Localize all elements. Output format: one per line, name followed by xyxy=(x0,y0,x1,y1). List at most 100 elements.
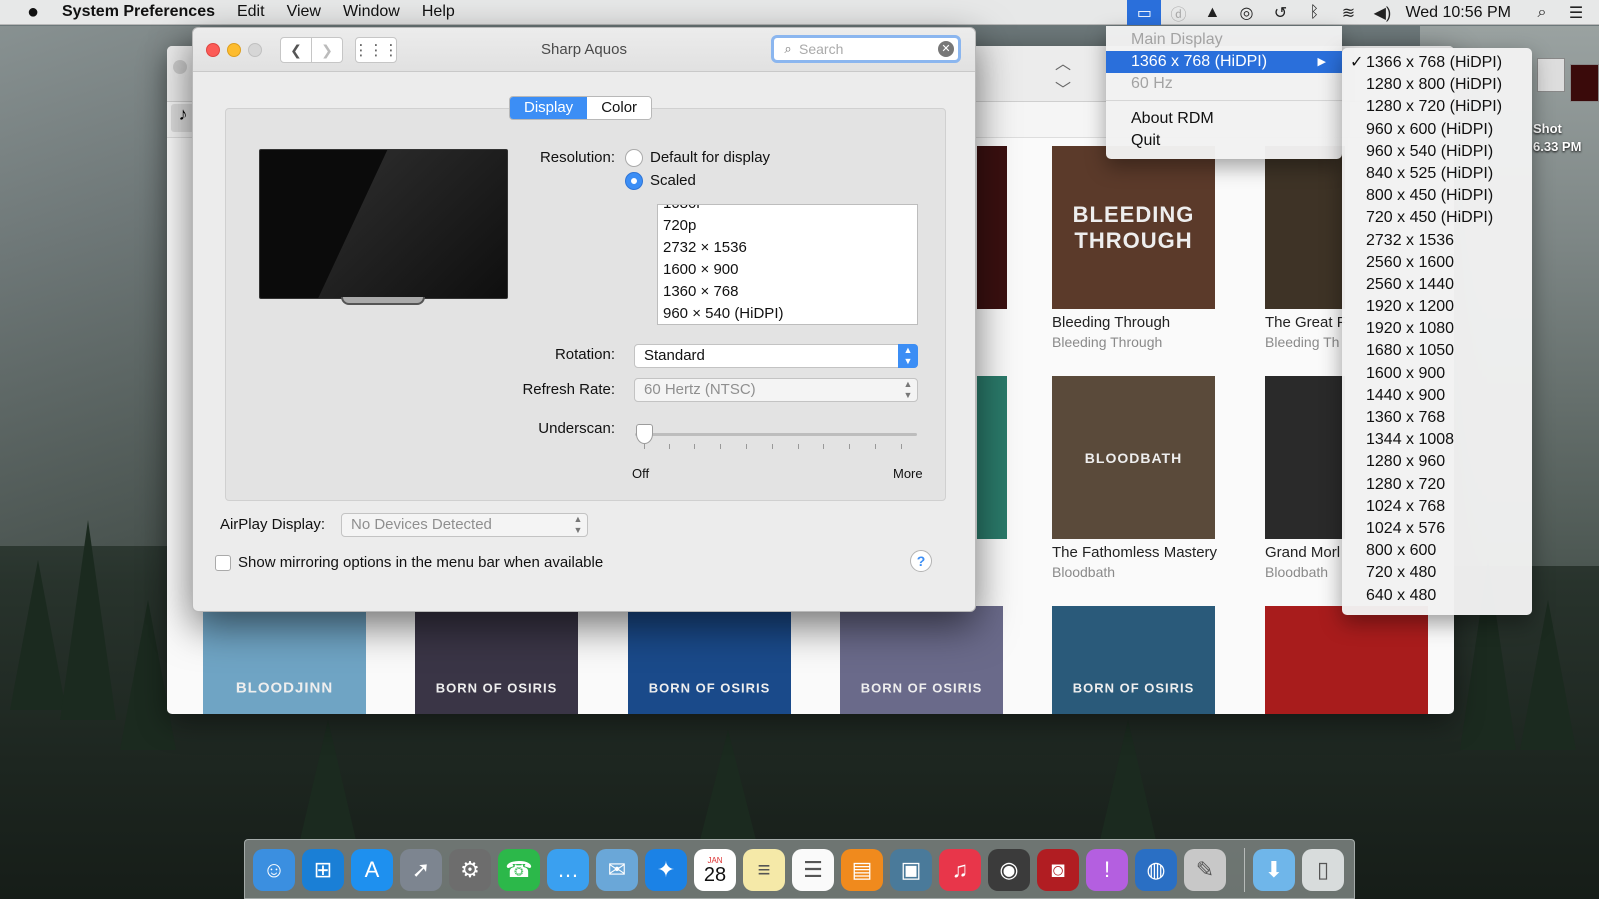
reminders-icon[interactable]: ☰ xyxy=(792,849,834,891)
safari-icon[interactable]: ✦ xyxy=(645,849,687,891)
notification-center-icon[interactable]: ☰ xyxy=(1559,0,1593,25)
album-art[interactable]: BORN OF OSIRIS xyxy=(840,606,1003,714)
resolution-menu-item[interactable]: 2560 x 1440 xyxy=(1342,274,1532,296)
album-art[interactable] xyxy=(1265,376,1345,539)
trash-icon[interactable]: ▯ xyxy=(1302,849,1344,891)
script-editor-icon[interactable]: ✎ xyxy=(1184,849,1226,891)
resolution-menu-item[interactable]: 1920 x 1080 xyxy=(1342,318,1532,340)
resolution-menu-item[interactable]: 800 x 600 xyxy=(1342,540,1532,562)
resolution-menu-item[interactable]: 1920 x 1200 xyxy=(1342,296,1532,318)
album-title[interactable]: The Fathomless Mastery xyxy=(1052,544,1242,561)
help-button[interactable]: ? xyxy=(910,550,932,572)
rotation-select[interactable]: Standard ▲ ▼ xyxy=(634,344,918,368)
title-bar[interactable]: ❮ ❯ ⋮⋮⋮ Sharp Aquos ⌕ Search ✕ xyxy=(193,28,975,72)
downloads-folder-icon[interactable]: ⬇ xyxy=(1253,849,1295,891)
resolution-menu-item[interactable]: 960 x 540 (HiDPI) xyxy=(1342,141,1532,163)
globe-icon[interactable]: ◍ xyxy=(1135,849,1177,891)
album-artist[interactable]: Bloodbath xyxy=(1265,564,1345,580)
search-field[interactable]: ⌕ Search ✕ xyxy=(771,35,961,63)
dropbox-icon[interactable]: ⓓ xyxy=(1161,0,1195,25)
resolution-menu-item[interactable]: 1280 x 800 (HiDPI) xyxy=(1342,74,1532,96)
alert-app-icon[interactable]: ! xyxy=(1086,849,1128,891)
app-menu[interactable]: System Preferences xyxy=(62,3,215,21)
resolution-menu-item[interactable]: 1680 x 1050 xyxy=(1342,340,1532,362)
resolution-menu-item[interactable]: 1360 x 768 xyxy=(1342,407,1532,429)
menu-view[interactable]: View xyxy=(287,3,321,21)
ibooks-icon[interactable]: ▤ xyxy=(841,849,883,891)
messages-icon[interactable]: … xyxy=(547,849,589,891)
sync-icon[interactable]: ◎ xyxy=(1229,0,1263,25)
album-art[interactable]: BLEEDING THROUGH xyxy=(1052,146,1215,309)
menu-help[interactable]: Help xyxy=(422,3,455,21)
resolution-menu-item[interactable]: 720 x 480 xyxy=(1342,562,1532,584)
clear-search-icon[interactable]: ✕ xyxy=(938,41,954,57)
chevron-up-icon[interactable]: ︿ xyxy=(1055,50,1071,74)
album-artist[interactable]: Bleeding Through xyxy=(1052,334,1217,350)
resolution-menu-item[interactable]: 1280 x 720 xyxy=(1342,474,1532,496)
screenshot-file-icon[interactable] xyxy=(1570,64,1599,102)
album-artist[interactable]: Bleeding Th xyxy=(1265,334,1345,350)
album-art[interactable]: BORN OF OSIRIS xyxy=(628,606,791,714)
wifi-icon[interactable]: ≋ xyxy=(1331,0,1365,25)
album-title[interactable]: The Great F xyxy=(1265,314,1345,331)
resolution-option[interactable]: 1600 × 900 xyxy=(658,259,917,281)
resolution-menu-item[interactable]: 1024 x 576 xyxy=(1342,518,1532,540)
album-art[interactable]: BLOODJINN xyxy=(203,606,366,714)
resolution-menu-item[interactable]: ✓ 1366 x 768 (HiDPI) xyxy=(1342,52,1532,74)
album-art[interactable] xyxy=(977,376,1007,539)
time-machine-icon[interactable]: ↺ xyxy=(1263,0,1297,25)
calendar-icon[interactable]: JAN 28 xyxy=(694,849,736,891)
album-title[interactable]: Bleeding Through xyxy=(1052,314,1217,331)
bluetooth-icon[interactable]: ᛒ xyxy=(1297,0,1331,25)
spotlight-search-icon[interactable]: ⌕ xyxy=(1525,0,1559,25)
chair-app-icon[interactable]: ◙ xyxy=(1037,849,1079,891)
resolution-option[interactable]: 960 × 540 (HiDPI) xyxy=(658,303,917,324)
resolution-menu-item[interactable]: 2560 x 1600 xyxy=(1342,252,1532,274)
about-rdm-item[interactable]: About RDM xyxy=(1106,108,1342,130)
app-store-icon[interactable]: A xyxy=(351,849,393,891)
finder-icon[interactable]: ☺ xyxy=(253,849,295,891)
scaled-resolution-radio[interactable] xyxy=(625,172,643,190)
album-art[interactable]: BORN OF OSIRIS xyxy=(1052,606,1215,714)
mirroring-checkbox[interactable] xyxy=(215,555,231,571)
apple-menu-icon[interactable]: ● xyxy=(22,1,44,23)
underscan-slider-knob[interactable] xyxy=(636,424,653,444)
chevron-down-icon[interactable]: ﹀ xyxy=(1055,76,1071,100)
windows-icon[interactable]: ⊞ xyxy=(302,849,344,891)
system-preferences-icon[interactable]: ⚙ xyxy=(449,849,491,891)
album-artist[interactable]: Bloodbath xyxy=(1052,564,1217,580)
quit-item[interactable]: Quit xyxy=(1106,130,1342,152)
resolution-menu-item[interactable]: 1280 x 720 (HiDPI) xyxy=(1342,96,1532,118)
album-art[interactable] xyxy=(977,146,1007,309)
photo-menu-icon[interactable]: ▲ xyxy=(1195,0,1229,25)
resolution-menu-item[interactable]: 960 x 600 (HiDPI) xyxy=(1342,119,1532,141)
underscan-slider-track[interactable] xyxy=(635,433,917,436)
album-title[interactable]: Grand Morl xyxy=(1265,544,1345,561)
airplay-select[interactable]: No Devices Detected ▲ ▼ xyxy=(341,513,588,537)
resolution-menu-item[interactable]: 800 x 450 (HiDPI) xyxy=(1342,185,1532,207)
resolution-option[interactable]: 720p xyxy=(658,215,917,237)
menubar-clock[interactable]: Wed 10:56 PM xyxy=(1405,4,1511,22)
current-resolution-item[interactable]: 1366 x 768 (HiDPI) ▶ xyxy=(1106,51,1342,73)
facetime-icon[interactable]: ☎ xyxy=(498,849,540,891)
refresh-rate-select[interactable]: 60 Hertz (NTSC) ▲ ▼ xyxy=(634,378,918,402)
display-menu-icon[interactable]: ▭ xyxy=(1127,0,1162,25)
resolution-menu-item[interactable]: 2732 x 1536 xyxy=(1342,230,1532,252)
resolution-option[interactable]: 1080i xyxy=(658,205,917,215)
mirroring-label[interactable]: Show mirroring options in the menu bar w… xyxy=(238,554,603,571)
resolution-list[interactable]: 1080i 720p 2732 × 1536 1600 × 900 1360 ×… xyxy=(657,204,918,325)
tab-color[interactable]: Color xyxy=(587,97,652,119)
default-resolution-radio[interactable] xyxy=(625,149,643,167)
album-art[interactable]: BLOODBATH xyxy=(1052,376,1215,539)
photo-booth-icon[interactable]: ▣ xyxy=(890,849,932,891)
resolution-menu-item[interactable]: 840 x 525 (HiDPI) xyxy=(1342,163,1532,185)
scaled-resolution-label[interactable]: Scaled xyxy=(650,172,696,189)
aperture-icon[interactable]: ◉ xyxy=(988,849,1030,891)
resolution-menu-item[interactable]: 1600 x 900 xyxy=(1342,363,1532,385)
resolution-option[interactable]: 1360 × 768 xyxy=(658,281,917,303)
resolution-menu-item[interactable]: 1344 x 1008 xyxy=(1342,429,1532,451)
default-resolution-label[interactable]: Default for display xyxy=(650,149,770,166)
album-art[interactable]: BORN OF OSIRIS xyxy=(415,606,578,714)
resolution-option[interactable]: 2732 × 1536 xyxy=(658,237,917,259)
resolution-menu-item[interactable]: 1024 x 768 xyxy=(1342,496,1532,518)
